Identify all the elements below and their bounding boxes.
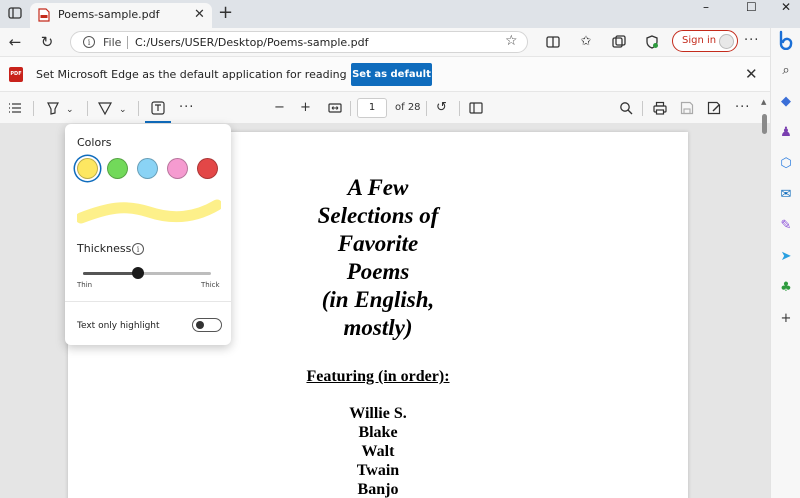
toolbar-divider: [426, 101, 427, 116]
thickness-slider-thumb[interactable]: [132, 267, 145, 279]
sign-in-label: Sign in: [682, 35, 717, 46]
toolbar-divider: [642, 101, 643, 116]
contents-list-icon[interactable]: [7, 100, 23, 116]
thickness-heading: Thickness: [77, 242, 132, 255]
sidebar-tree-icon[interactable]: ♣: [779, 281, 793, 295]
text-only-highlight-toggle[interactable]: [192, 318, 222, 332]
tab-poems-sample[interactable]: Poems-sample.pdf ✕: [30, 3, 212, 28]
sidebar-games-icon[interactable]: ♟: [779, 126, 793, 140]
vertical-scrollbar-thumb[interactable]: [762, 114, 767, 134]
color-swatch-red[interactable]: [197, 158, 218, 179]
settings-more-icon[interactable]: ···: [744, 33, 759, 48]
thickness-info-icon[interactable]: i: [132, 243, 144, 255]
color-swatch-yellow[interactable]: [77, 158, 98, 179]
author-name: Banjo: [357, 481, 399, 498]
color-swatch-light-blue[interactable]: [137, 158, 158, 179]
author-list: Willie S. Blake Walt Twain Banjo: [68, 404, 688, 498]
toolbar-divider: [138, 101, 139, 116]
text-only-highlight-label: Text only highlight: [77, 321, 160, 331]
thin-label: Thin: [77, 281, 93, 289]
split-screen-icon[interactable]: [545, 34, 561, 50]
toolbar-divider: [33, 101, 34, 116]
page-view-icon[interactable]: [468, 100, 484, 116]
find-search-icon[interactable]: [618, 100, 634, 116]
tab-strip: Poems-sample.pdf ✕ + – ☐ ✕: [0, 0, 800, 28]
sidebar-designer-icon[interactable]: ✎: [779, 219, 793, 233]
author-name: Twain: [356, 462, 400, 479]
author-name: Walt: [361, 443, 395, 460]
close-tab-icon[interactable]: ✕: [194, 7, 205, 23]
zoom-out-icon[interactable]: −: [274, 100, 285, 116]
edge-sidebar: ⌕ ◆ ♟ ⬡ ✉ ✎ ➤ ♣ +: [770, 28, 800, 498]
favorite-star-icon[interactable]: ☆: [505, 33, 518, 49]
more-options-icon[interactable]: ···: [735, 100, 750, 116]
favorites-icon[interactable]: ✩: [578, 34, 594, 50]
more-tools-icon[interactable]: ···: [179, 100, 194, 116]
save-as-icon[interactable]: [706, 100, 722, 116]
toolbar-divider: [350, 101, 351, 116]
refresh-icon[interactable]: ↻: [38, 33, 56, 51]
draw-icon[interactable]: [97, 100, 113, 116]
scroll-up-arrow-icon[interactable]: ▲: [761, 98, 766, 106]
sidebar-add-icon[interactable]: +: [779, 312, 793, 326]
close-window-button[interactable]: ✕: [781, 0, 791, 14]
highlight-options-panel: Colors Thickness i Thin Thick Text only …: [65, 124, 231, 345]
thickness-slider-fill: [83, 272, 139, 275]
collections-icon[interactable]: [611, 34, 627, 50]
toggle-knob: [196, 321, 204, 329]
panel-divider: [65, 301, 231, 302]
default-pdf-notification: PDF Set Microsoft Edge as the default ap…: [0, 56, 770, 92]
notification-message: Set Microsoft Edge as the default applic…: [36, 68, 404, 81]
maximize-button[interactable]: ☐: [746, 0, 757, 14]
url-text[interactable]: C:/Users/USER/Desktop/Poems-sample.pdf: [135, 36, 369, 49]
add-text-icon: [151, 101, 165, 115]
fit-to-page-icon[interactable]: [327, 100, 343, 116]
pdf-badge-icon: PDF: [9, 67, 23, 82]
zoom-in-icon[interactable]: +: [300, 100, 311, 116]
toolbar-divider: [459, 101, 460, 116]
highlight-options-chevron-icon[interactable]: ⌄: [66, 102, 74, 118]
thick-label: Thick: [201, 281, 220, 289]
file-scheme-label: File: [103, 36, 122, 49]
url-field[interactable]: i File C:/Users/USER/Desktop/Poems-sampl…: [70, 31, 528, 53]
site-info-icon[interactable]: i: [83, 36, 95, 48]
highlight-icon[interactable]: [45, 100, 61, 116]
sidebar-outlook-icon[interactable]: ✉: [779, 188, 793, 202]
featuring-heading: Featuring (in order):: [306, 368, 450, 385]
author-name: Willie S.: [349, 405, 407, 422]
browser-essentials-icon[interactable]: [644, 34, 660, 50]
color-swatch-pink[interactable]: [167, 158, 188, 179]
rotate-icon[interactable]: ↺: [436, 100, 447, 116]
tab-title: Poems-sample.pdf: [58, 8, 160, 21]
sidebar-search-icon[interactable]: ⌕: [779, 64, 793, 78]
sign-in-button[interactable]: Sign in: [672, 30, 738, 52]
avatar: [719, 34, 734, 49]
copilot-icon[interactable]: [777, 30, 795, 50]
sidebar-m365-icon[interactable]: ⬡: [779, 157, 793, 171]
thickness-slider[interactable]: [83, 267, 211, 279]
new-tab-icon[interactable]: +: [218, 3, 233, 23]
set-as-default-button[interactable]: Set as default: [351, 63, 432, 86]
toolbar-divider: [87, 101, 88, 116]
url-separator: [127, 36, 128, 49]
draw-options-chevron-icon[interactable]: ⌄: [119, 102, 127, 118]
highlight-preview-stroke: [77, 199, 221, 224]
add-text-button[interactable]: [145, 96, 171, 123]
sidebar-shopping-tag-icon[interactable]: ◆: [779, 95, 793, 109]
address-bar: ← ↻ i File C:/Users/USER/Desktop/Poems-s…: [0, 28, 770, 56]
pdf-toolbar: ⌄ ⌄ ··· − + 1 of 28 ↺ ···: [0, 92, 770, 124]
workspaces-icon[interactable]: [8, 6, 22, 20]
page-count-label: of 28: [395, 102, 421, 113]
minimize-button[interactable]: –: [703, 0, 709, 14]
close-notification-icon[interactable]: ✕: [745, 65, 758, 83]
page-number-input[interactable]: 1: [357, 98, 387, 118]
pdf-file-icon: [38, 8, 50, 22]
print-icon[interactable]: [652, 100, 668, 116]
back-arrow-icon[interactable]: ←: [6, 33, 24, 51]
author-name: Blake: [358, 424, 398, 441]
color-swatch-green[interactable]: [107, 158, 128, 179]
save-icon[interactable]: [679, 100, 695, 116]
sidebar-send-icon[interactable]: ➤: [779, 250, 793, 264]
colors-heading: Colors: [77, 136, 112, 149]
